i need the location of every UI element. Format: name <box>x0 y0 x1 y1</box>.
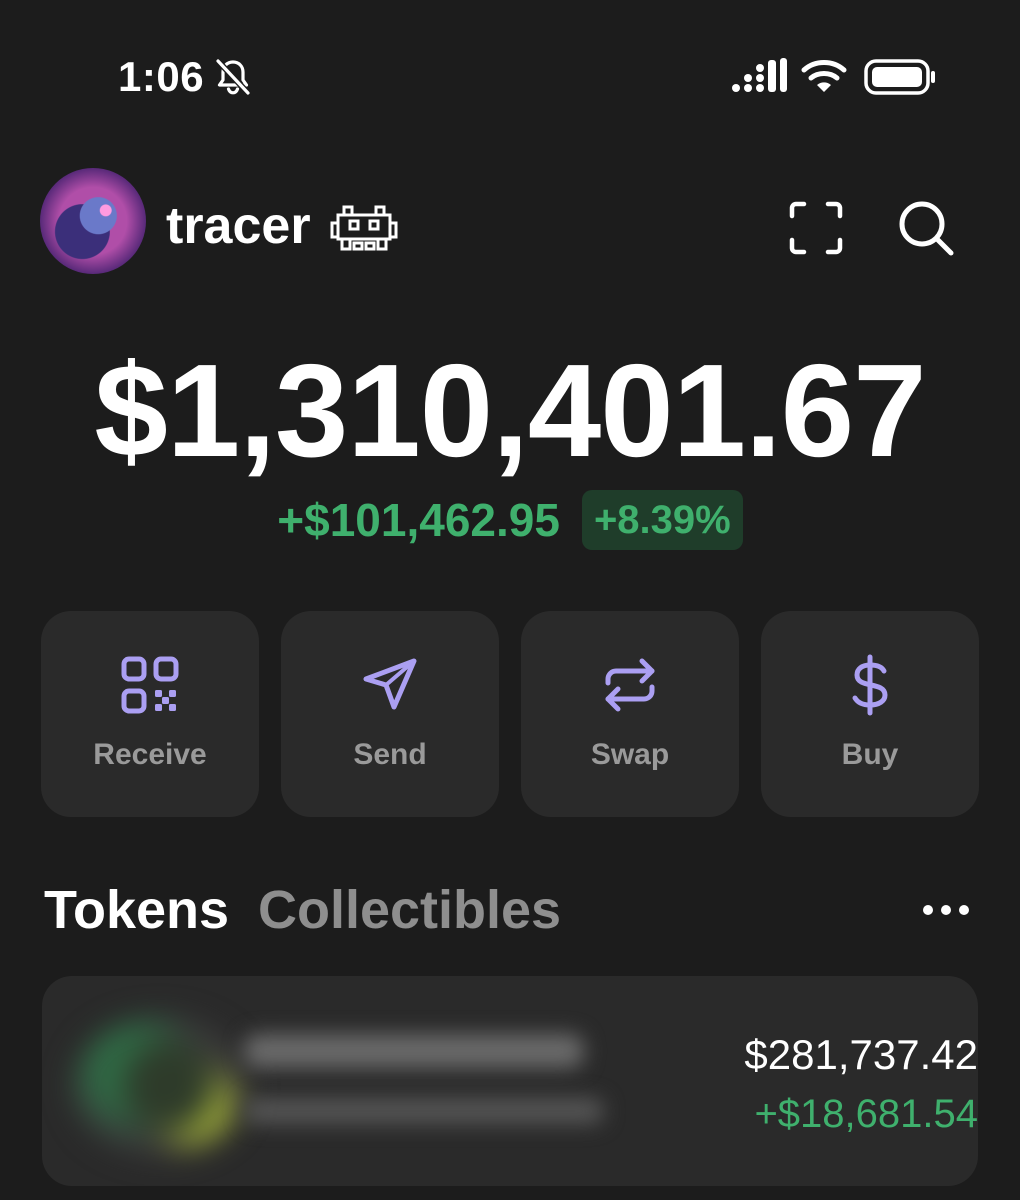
change-percent-badge: +8.39% <box>581 490 743 550</box>
change-amount: +$101,462.95 <box>277 494 560 546</box>
token-change: +$18,681.54 <box>754 1092 978 1136</box>
signal-icon <box>732 58 787 92</box>
qr-code-icon <box>121 656 179 714</box>
dollar-icon <box>852 654 888 716</box>
receive-button[interactable]: Receive <box>41 611 259 817</box>
action-buttons: Receive Send Swap Buy <box>41 611 979 817</box>
status-bar: 1:06 <box>0 0 1020 150</box>
tab-collectibles[interactable]: Collectibles <box>258 878 561 942</box>
more-options-icon[interactable] <box>920 898 972 922</box>
avatar[interactable] <box>40 168 146 274</box>
bell-slash-icon <box>215 58 251 96</box>
send-label: Send <box>353 738 427 771</box>
space-invader-icon <box>330 205 398 251</box>
username[interactable]: tracer <box>166 196 311 256</box>
search-icon[interactable] <box>896 198 956 258</box>
swap-button[interactable]: Swap <box>521 611 739 817</box>
balance-change-row: +$101,462.95 +8.39% <box>0 488 1020 552</box>
token-list-item[interactable] <box>42 976 978 1186</box>
swap-icon <box>605 658 655 712</box>
receive-label: Receive <box>93 738 207 771</box>
token-logo <box>72 1016 248 1156</box>
scan-icon[interactable] <box>788 200 844 256</box>
token-value: $281,737.42 <box>744 1031 978 1078</box>
tab-tokens[interactable]: Tokens <box>44 878 229 942</box>
send-icon <box>363 658 417 710</box>
swap-label: Swap <box>590 738 670 771</box>
buy-label: Buy <box>841 738 899 771</box>
status-time: 1:06 <box>118 53 205 100</box>
wallet-screen: 1:06 tracer $1,310,401.67 +$101,462.95 +… <box>0 0 1020 1200</box>
battery-icon <box>864 59 935 95</box>
send-button[interactable]: Send <box>281 611 499 817</box>
wifi-icon <box>801 60 847 92</box>
total-balance: $1,310,401.67 <box>94 337 926 484</box>
buy-button[interactable]: Buy <box>761 611 979 817</box>
